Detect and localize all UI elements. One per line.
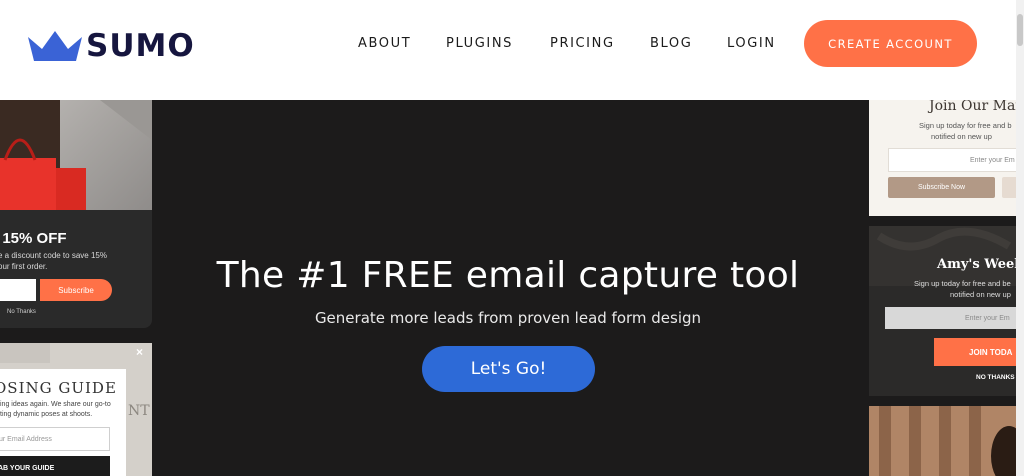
mailing-list-popup-preview[interactable]: Join Our Mail Sign up today for free and…: [869, 100, 1016, 216]
scrollbar-thumb[interactable]: [1017, 14, 1023, 46]
guide-text-line: ing ideas again. We share our go-to: [0, 401, 111, 408]
close-icon[interactable]: ×: [136, 345, 143, 359]
page-scrollbar[interactable]: [1016, 0, 1024, 476]
lets-go-button[interactable]: Let's Go!: [422, 346, 595, 392]
nav-blog[interactable]: BLOG: [650, 36, 692, 51]
shopping-bag-image: [0, 100, 152, 210]
hero-headline: The #1 FREE email capture tool: [216, 255, 800, 296]
discount-title: / 15% OFF: [0, 230, 67, 247]
mailing-text: Sign up today for free and b notified on…: [919, 120, 1016, 142]
weekly-text: Sign up today for free and be notified o…: [914, 278, 1016, 300]
portrait-popup-preview[interactable]: [869, 406, 1016, 476]
mailing-email-input[interactable]: Enter your Em: [888, 148, 1016, 172]
logo-text: SUMO: [86, 28, 195, 64]
weekly-text-line: notified on new up: [950, 290, 1011, 299]
guide-email-input[interactable]: ur Email Address: [0, 427, 110, 451]
mailing-title: Join Our Mail: [929, 100, 1016, 114]
shopping-photo: [0, 100, 152, 210]
nav-login[interactable]: LOGIN: [727, 36, 776, 51]
guide-form-panel: OSING GUIDE ing ideas again. We share ou…: [0, 369, 126, 476]
mailing-secondary-button[interactable]: [1002, 177, 1016, 198]
sumo-logo[interactable]: SUMO: [28, 28, 195, 64]
weekly-background-image: [869, 226, 1016, 286]
weekly-newsletter-popup-preview[interactable]: Amy's Weekl Sign up today for free and b…: [869, 226, 1016, 396]
weekly-title: Amy's Weekl: [937, 257, 1016, 272]
site-header: SUMO ABOUT PLUGINS PRICING BLOG LOGIN CR…: [0, 0, 1024, 100]
nav-plugins[interactable]: PLUGINS: [446, 36, 513, 51]
mailing-text-line: Sign up today for free and b: [919, 121, 1012, 130]
guide-text: ing ideas again. We share our go-to ting…: [0, 400, 120, 420]
posing-guide-popup-preview[interactable]: NT × OSING GUIDE ing ideas again. We sha…: [0, 343, 152, 476]
portrait-image: [869, 406, 1016, 476]
guide-title: OSING GUIDE: [0, 379, 117, 397]
weekly-join-button[interactable]: JOIN TODA: [934, 338, 1016, 366]
weekly-text-line: Sign up today for free and be: [914, 279, 1011, 288]
hero-section: / 15% OFF e a discount code to save 15% …: [0, 100, 1016, 476]
weekly-email-input[interactable]: Enter your Em: [885, 307, 1016, 329]
guide-text-line: ting dynamic poses at shoots.: [0, 411, 93, 418]
nav-pricing[interactable]: PRICING: [550, 36, 615, 51]
svg-text:NT: NT: [128, 403, 150, 419]
mailing-subscribe-button[interactable]: Subscribe Now: [888, 177, 995, 198]
mailing-text-line: notified on new up: [931, 132, 992, 141]
crown-icon: [28, 31, 82, 61]
grab-guide-button[interactable]: AB YOUR GUIDE: [0, 456, 110, 476]
create-account-button[interactable]: CREATE ACCOUNT: [804, 20, 977, 67]
hero-subheadline: Generate more leads from proven lead for…: [314, 309, 702, 327]
nav-about[interactable]: ABOUT: [358, 36, 411, 51]
weekly-no-thanks[interactable]: NO THANKS: [976, 374, 1015, 381]
